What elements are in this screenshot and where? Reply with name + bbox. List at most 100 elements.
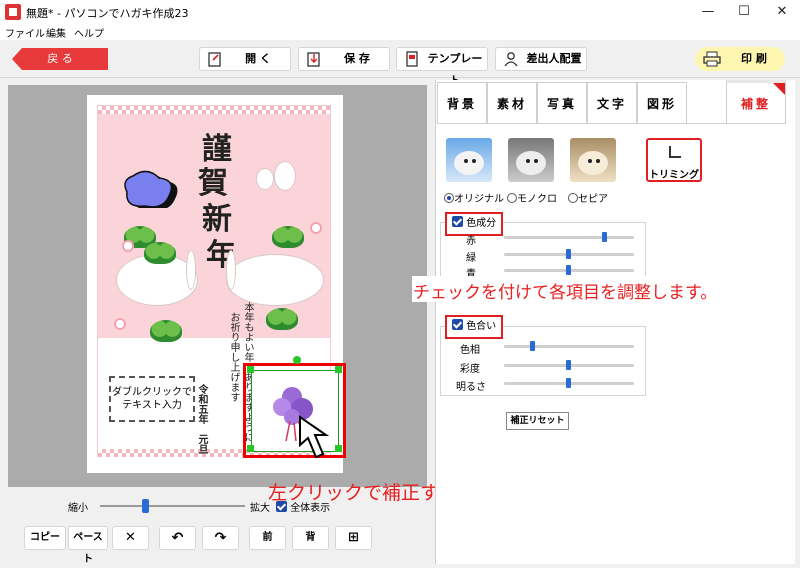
slider-blue-thumb[interactable]: [566, 265, 571, 275]
slider-saturation-thumb[interactable]: [566, 360, 571, 370]
plum-flower-3: [122, 240, 134, 252]
pine-decoration-5: [266, 308, 298, 330]
checkbox-icon: [276, 501, 287, 512]
small-rabbit-1: [256, 168, 274, 190]
minimize-button[interactable]: —: [688, 0, 728, 24]
thumb-sepia[interactable]: [570, 138, 616, 182]
resize-handle-tr[interactable]: [335, 366, 342, 373]
redo-button[interactable]: ↷: [202, 526, 239, 550]
checkbox-icon: [452, 319, 463, 330]
save-label: 保 存: [344, 52, 370, 65]
tab-photo[interactable]: 写真: [537, 82, 587, 124]
app-icon: [5, 4, 21, 20]
date-gantan[interactable]: 元旦: [195, 434, 207, 464]
paste-button[interactable]: ペースト: [68, 526, 108, 565]
right-rabbit: [226, 254, 324, 306]
slider-red-thumb[interactable]: [602, 232, 607, 242]
radio-sepia[interactable]: セピア: [568, 190, 608, 205]
template-button[interactable]: テンプレート: [396, 47, 488, 87]
copy-button[interactable]: コピー: [24, 526, 66, 550]
tab-background[interactable]: 背景: [437, 82, 487, 124]
bird-icon: [454, 151, 484, 175]
template-icon: [406, 51, 418, 67]
zoom-min-label: 縮小: [68, 503, 88, 514]
print-button[interactable]: 印 刷: [695, 47, 785, 71]
thumb-original[interactable]: [446, 138, 492, 182]
tab-correction[interactable]: 補整: [726, 80, 786, 124]
open-file-icon: [208, 52, 221, 67]
sender-layout-button[interactable]: 差出人配置: [495, 47, 587, 71]
zoom-slider-thumb[interactable]: [142, 499, 149, 513]
slider-label-brightness: 明るさ: [456, 382, 486, 393]
slider-green-thumb[interactable]: [566, 249, 571, 259]
rabbit-ear-2: [226, 250, 236, 290]
rotate-handle[interactable]: [293, 356, 301, 364]
slider-label-hue: 色相: [460, 345, 480, 356]
menu-bar: ファイル 編集 ヘルプ: [0, 24, 800, 40]
send-back-button[interactable]: 背: [292, 526, 329, 550]
resize-handle-tl[interactable]: [247, 366, 254, 373]
pine-decoration-4: [150, 320, 182, 342]
menu-file[interactable]: ファイル: [5, 25, 45, 40]
radio-icon-on: [444, 193, 454, 203]
tab-text[interactable]: 文字: [587, 82, 637, 124]
slider-brightness-thumb[interactable]: [566, 378, 571, 388]
tone-checkbox[interactable]: 色合い: [445, 315, 503, 339]
text-input-placeholder[interactable]: ダブルクリックで テキスト入力: [109, 376, 195, 422]
pine-decoration-3: [272, 226, 304, 248]
delete-button[interactable]: ✕: [112, 526, 149, 550]
radio-monochrome-label: モノクロ: [517, 194, 557, 205]
maximize-button[interactable]: ☐: [724, 0, 764, 24]
mouse-cursor-icon: [299, 415, 330, 459]
open-button[interactable]: 開 く: [199, 47, 291, 71]
reset-correction-button[interactable]: 補正リセット: [506, 412, 569, 430]
zoom-controls: 縮小 拡大 全体表示: [0, 496, 430, 516]
person-icon: [504, 52, 518, 67]
radio-monochrome[interactable]: モノクロ: [507, 190, 557, 205]
thumb-monochrome[interactable]: [508, 138, 554, 182]
bring-front-button[interactable]: 前: [249, 526, 286, 550]
radio-original-label: オリジナル: [454, 194, 504, 205]
trim-button[interactable]: トリミング: [646, 138, 702, 182]
text-input-hint: ダブルクリックで テキスト入力: [112, 387, 192, 411]
rabbit-ear-1: [186, 250, 196, 290]
window-title: 無題* - パソコンでハガキ作成23: [26, 7, 189, 20]
slider-label-red: 赤: [466, 236, 476, 247]
undo-button[interactable]: ↶: [159, 526, 196, 550]
slider-hue-thumb[interactable]: [530, 341, 535, 351]
bird-icon-sepia: [578, 151, 608, 175]
close-button[interactable]: ✕: [762, 0, 800, 24]
tab-shape[interactable]: 図形: [637, 82, 687, 124]
slider-hue-track[interactable]: [504, 345, 634, 348]
back-button[interactable]: 戻 る: [12, 48, 108, 70]
menu-edit[interactable]: 編集: [46, 25, 66, 40]
toolbar: 戻 る 開 く 保 存 テンプレート 差出人配置 印 刷: [0, 41, 800, 87]
pine-decoration-2: [144, 242, 176, 264]
checkbox-icon: [452, 216, 463, 227]
greeting-line-2[interactable]: お祈り申し上げます: [227, 312, 239, 422]
radio-icon-off: [568, 193, 578, 203]
zoom-max-label: 拡大: [250, 503, 270, 514]
slider-label-saturation: 彩度: [460, 364, 480, 375]
sender-layout-label: 差出人配置: [526, 52, 582, 65]
resize-handle-bl[interactable]: [247, 445, 254, 452]
save-file-icon: [307, 52, 320, 67]
annotation-adjust-items: チェックを付けて各項目を調整します。: [413, 283, 718, 303]
checker-border-top: [98, 106, 330, 114]
fit-checkbox[interactable]: 全体表示: [276, 499, 330, 514]
tone-label: 色合い: [466, 321, 497, 332]
slider-red-track[interactable]: [504, 236, 634, 239]
tab-red-corner: [773, 83, 785, 95]
save-button[interactable]: 保 存: [298, 47, 390, 71]
trim-label: トリミング: [649, 170, 699, 181]
menu-help[interactable]: ヘルプ: [74, 25, 104, 40]
zoom-slider-track[interactable]: [100, 505, 245, 507]
open-label: 開 く: [245, 52, 271, 65]
print-label: 印 刷: [741, 52, 767, 65]
align-button[interactable]: ⊞: [335, 526, 372, 550]
flower-sticker[interactable]: [119, 168, 179, 208]
tab-material[interactable]: 素材: [487, 82, 537, 124]
editing-canvas[interactable]: 謹 賀 新 年 本年もよい年でありますように お祈り申し上げます: [8, 85, 427, 487]
small-rabbit-2: [274, 161, 296, 191]
radio-original[interactable]: オリジナル: [444, 190, 504, 205]
